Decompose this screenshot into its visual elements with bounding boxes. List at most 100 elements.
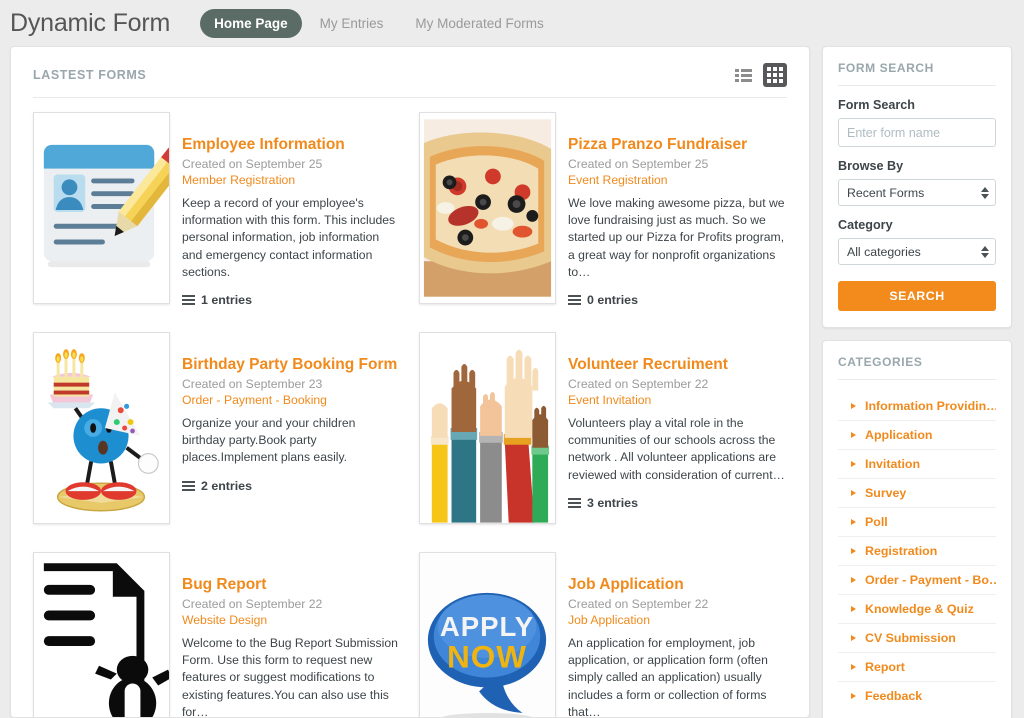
form-search-widget-title: FORM SEARCH: [838, 61, 996, 86]
category-item-order-payment-booking[interactable]: Order - Payment - Bo…: [838, 566, 996, 595]
categories-widget-title: CATEGORIES: [838, 355, 996, 380]
category-item-knowledge-quiz[interactable]: Knowledge & Quiz: [838, 595, 996, 624]
form-card-category[interactable]: Website Design: [182, 613, 401, 627]
form-card: Bug Report Created on September 22 Websi…: [33, 552, 401, 718]
form-card-entries: 3 entries: [568, 496, 787, 510]
category-item-label: Poll: [865, 515, 888, 529]
form-card-entries-count: 0 entries: [587, 293, 638, 308]
form-card-entries-count: 2 entries: [201, 478, 252, 493]
categories-list: Information Providin… Application Invita…: [838, 392, 996, 710]
form-card-body: Bug Report Created on September 22 Websi…: [182, 552, 401, 718]
category-item-label: Invitation: [865, 457, 921, 471]
entries-list-icon: [182, 295, 195, 306]
form-card: Employee Information Created on Septembe…: [33, 112, 401, 332]
caret-right-icon: [851, 519, 856, 525]
category-item-cv-submission[interactable]: CV Submission: [838, 624, 996, 653]
caret-right-icon: [851, 461, 856, 467]
form-card-title[interactable]: Job Application: [568, 576, 787, 594]
form-card-title[interactable]: Employee Information: [182, 136, 401, 154]
form-card: Birthday Party Booking Form Created on S…: [33, 332, 401, 552]
category-item-invitation[interactable]: Invitation: [838, 450, 996, 479]
nav-item-my-moderated-forms[interactable]: My Moderated Forms: [401, 9, 557, 38]
form-card-body: Employee Information Created on Septembe…: [182, 112, 401, 332]
form-card-description: Welcome to the Bug Report Submission For…: [182, 635, 398, 718]
form-card-category[interactable]: Order - Payment - Booking: [182, 393, 401, 407]
latest-forms-panel: LASTEST FORMS Employee Information Creat…: [10, 46, 810, 718]
list-view-icon: [734, 68, 752, 82]
form-card-title[interactable]: Bug Report: [182, 576, 401, 594]
svg-text:APPLY: APPLY: [440, 611, 534, 642]
form-card-category[interactable]: Event Invitation: [568, 393, 787, 407]
form-search-label: Form Search: [838, 98, 915, 112]
caret-right-icon: [851, 635, 856, 641]
form-card-category[interactable]: Event Registration: [568, 173, 787, 187]
category-item-label: Information Providin…: [865, 399, 996, 413]
form-card-entries: 0 entries: [568, 293, 787, 307]
category-item-information-providing[interactable]: Information Providin…: [838, 392, 996, 421]
form-card-date: Created on September 22: [182, 596, 323, 611]
category-item-registration[interactable]: Registration: [838, 537, 996, 566]
form-card-description: We love making awesome pizza, but we lov…: [568, 195, 785, 280]
form-card-date: Created on September 25: [568, 156, 709, 171]
category-item-report[interactable]: Report: [838, 653, 996, 682]
form-card: APPLY NOW Job Application Created on Sep…: [419, 552, 787, 718]
form-card-date: Created on September 22: [568, 596, 709, 611]
entries-list-icon: [182, 480, 195, 491]
grid-view-button[interactable]: [763, 63, 787, 87]
category-item-survey[interactable]: Survey: [838, 479, 996, 508]
form-card-entries-count: 1 entries: [201, 293, 252, 308]
form-card: Pizza Pranzo Fundraiser Created on Septe…: [419, 112, 787, 332]
category-item-label: Report: [865, 660, 905, 674]
form-card-title[interactable]: Birthday Party Booking Form: [182, 356, 401, 374]
form-card-description: Volunteers play a vital role in the comm…: [568, 415, 785, 482]
panel-title: LASTEST FORMS: [33, 68, 147, 82]
view-toggle-group: [731, 63, 787, 87]
raised-hands-image[interactable]: [419, 332, 556, 524]
form-card-body: Volunteer Recruiment Created on Septembe…: [568, 332, 787, 552]
browse-by-label: Browse By: [838, 159, 904, 173]
sidebar: FORM SEARCH Form Search Browse By Recent…: [822, 46, 1012, 718]
document-bug-image[interactable]: [33, 552, 170, 717]
form-card-category[interactable]: Job Application: [568, 613, 787, 627]
form-card-title[interactable]: Volunteer Recruiment: [568, 356, 787, 374]
categories-widget: CATEGORIES Information Providin… Applica…: [822, 340, 1012, 718]
caret-right-icon: [851, 664, 856, 670]
nav-item-home-page[interactable]: Home Page: [200, 8, 302, 38]
category-item-label: Feedback: [865, 689, 923, 703]
form-card-body: Pizza Pranzo Fundraiser Created on Septe…: [568, 112, 787, 332]
search-button[interactable]: SEARCH: [838, 281, 996, 311]
form-card-description: An application for employment, job appli…: [568, 635, 768, 718]
category-item-label: Knowledge & Quiz: [865, 602, 974, 616]
form-card-entries: 2 entries: [182, 479, 401, 493]
browse-by-select[interactable]: Recent Forms: [838, 179, 996, 206]
caret-right-icon: [851, 548, 856, 554]
caret-right-icon: [851, 403, 856, 409]
category-select[interactable]: All categories: [838, 238, 996, 265]
category-item-label: Registration: [865, 544, 938, 558]
top-bar: Dynamic Form Home Page My Entries My Mod…: [0, 0, 1024, 46]
entries-list-icon: [568, 498, 581, 509]
category-item-poll[interactable]: Poll: [838, 508, 996, 537]
id-card-pencil-image[interactable]: [33, 112, 170, 304]
form-card-body: Job Application Created on September 22 …: [568, 552, 787, 718]
category-item-feedback[interactable]: Feedback: [838, 682, 996, 710]
browse-by-select-wrap: Recent Forms: [838, 179, 996, 206]
list-view-button[interactable]: [731, 63, 755, 87]
form-card-description: Organize your and your children birthday…: [182, 415, 356, 465]
form-card-title[interactable]: Pizza Pranzo Fundraiser: [568, 136, 787, 154]
nav-item-my-entries[interactable]: My Entries: [306, 9, 398, 38]
party-character-cake-image[interactable]: [33, 332, 170, 524]
apply-now-speech-bubble-image[interactable]: APPLY NOW: [419, 552, 556, 717]
caret-right-icon: [851, 693, 856, 699]
form-card-category[interactable]: Member Registration: [182, 173, 401, 187]
form-search-widget: FORM SEARCH Form Search Browse By Recent…: [822, 46, 1012, 328]
form-card-date: Created on September 22: [568, 376, 709, 391]
form-card-description: Keep a record of your employee's informa…: [182, 195, 396, 280]
category-item-label: Application: [865, 428, 933, 442]
form-card-grid: Employee Information Created on Septembe…: [33, 98, 787, 718]
svg-text:NOW: NOW: [447, 639, 527, 675]
search-input[interactable]: [838, 118, 996, 147]
category-item-application[interactable]: Application: [838, 421, 996, 450]
pizza-photo-image[interactable]: [419, 112, 556, 304]
category-select-wrap: All categories: [838, 238, 996, 265]
